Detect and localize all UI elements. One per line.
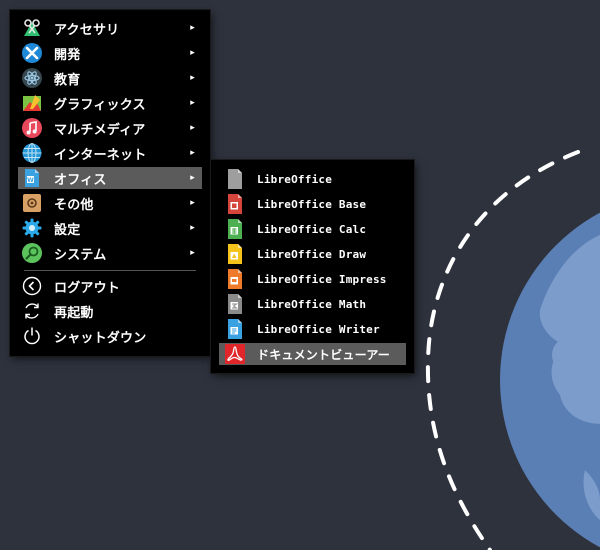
system-icon	[22, 243, 42, 263]
education-icon	[22, 68, 42, 88]
multimedia-icon	[22, 118, 42, 138]
other-icon	[22, 193, 42, 213]
libreoffice-draw-icon	[225, 244, 245, 264]
main-menu: アクセサリ ▸ 開発 ▸ 教育 ▸ グラフィックス ▸ マルチメディア ▸ イン	[10, 10, 210, 356]
settings-icon	[22, 218, 42, 238]
menu-item-graphics[interactable]: グラフィックス ▸	[18, 92, 202, 114]
menu-item-label: システム	[54, 247, 107, 263]
menu-item-label: 開発	[54, 47, 81, 63]
submenu-item-libreoffice-calc[interactable]: LibreOffice Calc	[219, 218, 406, 240]
submenu-item-document-viewer[interactable]: ドキュメントビューアー	[219, 343, 406, 365]
submenu-item-label: LibreOffice Math	[257, 297, 367, 311]
submenu-arrow-icon: ▸	[190, 73, 195, 83]
submenu-item-libreoffice-base[interactable]: LibreOffice Base	[219, 193, 406, 215]
restart-icon	[22, 301, 42, 321]
menu-item-multimedia[interactable]: マルチメディア ▸	[18, 117, 202, 139]
shutdown-icon	[22, 326, 42, 346]
menu-item-shutdown[interactable]: シャットダウン	[18, 325, 202, 347]
submenu-item-libreoffice-writer[interactable]: LibreOffice Writer	[219, 318, 406, 340]
submenu-item-label: LibreOffice Writer	[257, 322, 380, 336]
office-icon: W	[22, 168, 42, 188]
graphics-icon	[22, 93, 42, 113]
menu-item-settings[interactable]: 設定 ▸	[18, 217, 202, 239]
menu-item-restart[interactable]: 再起動	[18, 300, 202, 322]
menu-item-label: シャットダウン	[54, 330, 147, 346]
submenu-arrow-icon: ▸	[190, 48, 195, 58]
menu-item-education[interactable]: 教育 ▸	[18, 67, 202, 89]
submenu-item-label: LibreOffice Calc	[257, 222, 367, 236]
development-icon	[22, 43, 42, 63]
menu-item-label: 再起動	[54, 305, 94, 321]
submenu-item-label: LibreOffice	[257, 172, 333, 186]
submenu-item-label: LibreOffice Draw	[257, 247, 367, 261]
menu-item-logout[interactable]: ログアウト	[18, 275, 202, 297]
libreoffice-math-icon	[225, 294, 245, 314]
logout-icon	[22, 276, 42, 296]
menu-item-label: その他	[54, 197, 94, 213]
menu-item-development[interactable]: 開発 ▸	[18, 42, 202, 64]
menu-item-label: インターネット	[54, 147, 147, 163]
menu-item-label: ログアウト	[54, 280, 121, 296]
libreoffice-calc-icon	[225, 219, 245, 239]
submenu-item-label: ドキュメントビューアー	[257, 347, 391, 362]
menu-item-system[interactable]: システム ▸	[18, 242, 202, 264]
submenu-arrow-icon: ▸	[190, 223, 195, 233]
submenu-item-libreoffice-draw[interactable]: LibreOffice Draw	[219, 243, 406, 265]
menu-item-label: 教育	[54, 72, 81, 88]
submenu-arrow-icon: ▸	[190, 98, 195, 108]
menu-item-other[interactable]: その他 ▸	[18, 192, 202, 214]
submenu-arrow-icon: ▸	[190, 23, 195, 33]
libreoffice-base-icon	[225, 194, 245, 214]
menu-item-internet[interactable]: インターネット ▸	[18, 142, 202, 164]
pdf-viewer-icon	[225, 344, 245, 364]
internet-icon	[22, 143, 42, 163]
menu-item-label: グラフィックス	[54, 97, 146, 113]
submenu-item-libreoffice-impress[interactable]: LibreOffice Impress	[219, 268, 406, 290]
menu-item-accessories[interactable]: アクセサリ ▸	[18, 17, 202, 39]
accessories-icon	[22, 18, 42, 38]
libreoffice-impress-icon	[225, 269, 245, 289]
submenu-item-libreoffice[interactable]: LibreOffice	[219, 168, 406, 190]
menu-item-label: オフィス	[54, 172, 107, 188]
submenu-arrow-icon: ▸	[190, 123, 195, 133]
submenu-arrow-icon: ▸	[190, 248, 195, 258]
menu-separator	[24, 270, 196, 271]
libreoffice-writer-icon	[225, 319, 245, 339]
menu-item-label: 設定	[54, 222, 81, 238]
menu-item-label: マルチメディア	[54, 122, 146, 138]
libreoffice-icon	[225, 169, 245, 189]
submenu-item-label: LibreOffice Base	[257, 197, 367, 211]
submenu-arrow-icon: ▸	[190, 148, 195, 158]
menu-item-office[interactable]: W オフィス ▸	[18, 167, 202, 189]
svg-text:W: W	[27, 177, 34, 184]
submenu-item-libreoffice-math[interactable]: LibreOffice Math	[219, 293, 406, 315]
office-submenu: LibreOffice LibreOffice Base LibreOffice…	[211, 160, 414, 373]
submenu-arrow-icon: ▸	[190, 173, 195, 183]
planet-icon	[500, 212, 600, 548]
submenu-item-label: LibreOffice Impress	[257, 272, 387, 286]
menu-item-label: アクセサリ	[54, 22, 120, 38]
submenu-arrow-icon: ▸	[190, 198, 195, 208]
